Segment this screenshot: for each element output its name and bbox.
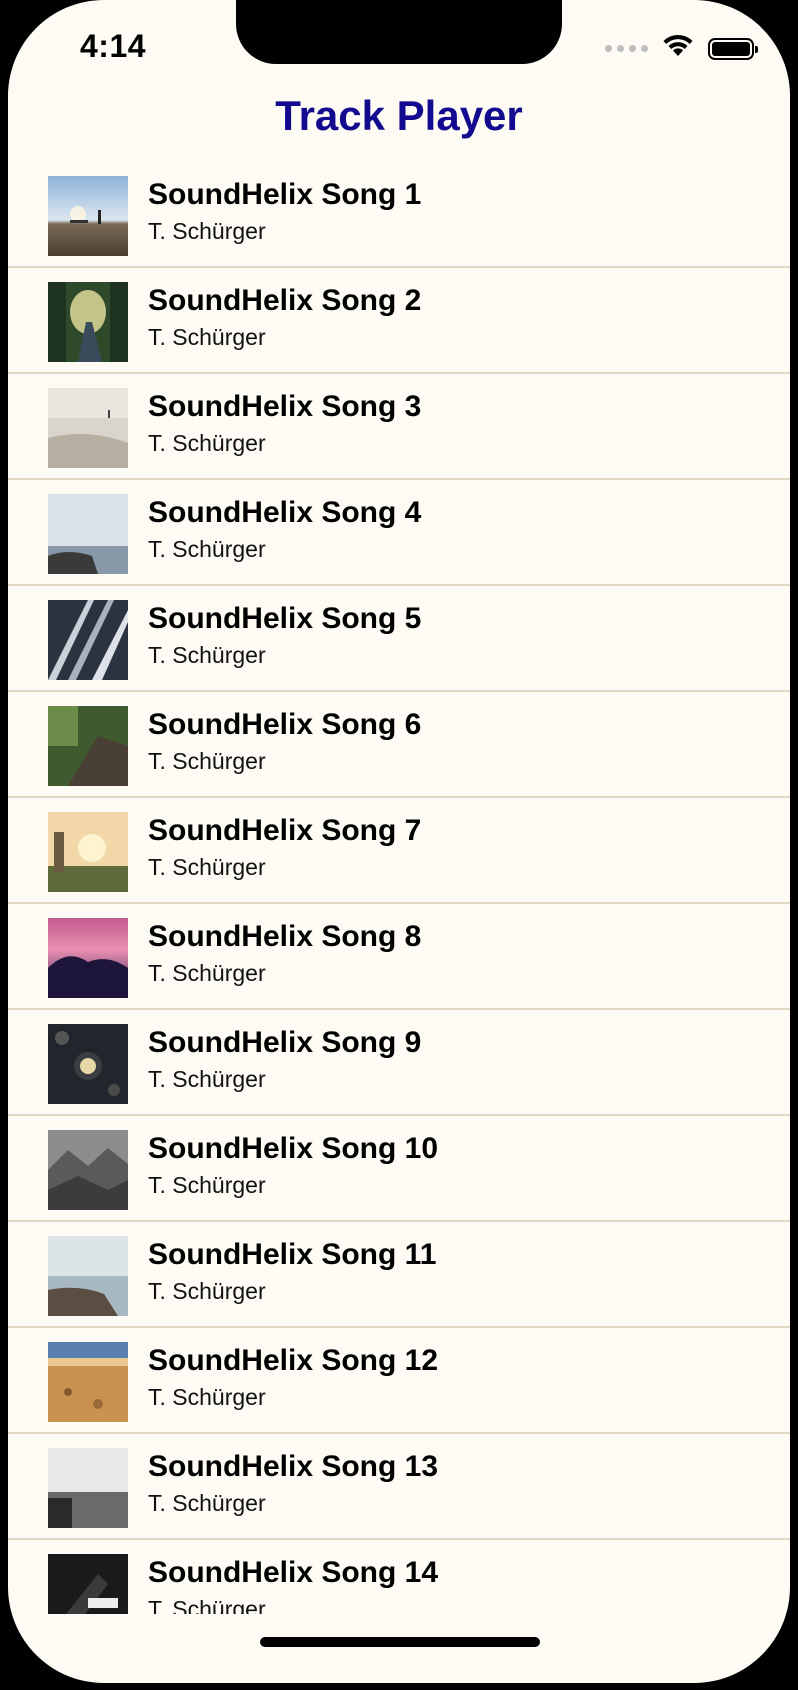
track-title: SoundHelix Song 14	[148, 1556, 439, 1589]
track-row[interactable]: SoundHelix Song 5 T. Schürger	[8, 586, 790, 692]
track-title: SoundHelix Song 6	[148, 708, 422, 741]
track-row[interactable]: SoundHelix Song 7 T. Schürger	[8, 798, 790, 904]
track-artist: T. Schürger	[148, 1490, 266, 1516]
track-artist: T. Schürger	[148, 1172, 266, 1198]
track-title: SoundHelix Song 13	[148, 1450, 439, 1483]
dark-piano-artwork	[48, 1554, 128, 1614]
misty-beach-artwork	[48, 388, 128, 468]
app-screen: 4:14 Track Player SoundHelix Song 1 T. S…	[8, 0, 790, 1683]
track-artist: T. Schürger	[148, 1278, 266, 1304]
track-title: SoundHelix Song 3	[148, 390, 422, 423]
track-title: SoundHelix Song 9	[148, 1026, 422, 1059]
track-title: SoundHelix Song 7	[148, 814, 422, 847]
device-frame: 4:14 Track Player SoundHelix Song 1 T. S…	[0, 0, 798, 1690]
track-row[interactable]: SoundHelix Song 13 T. Schürger	[8, 1434, 790, 1540]
wifi-icon	[662, 34, 694, 63]
track-title: SoundHelix Song 2	[148, 284, 422, 317]
track-title: SoundHelix Song 5	[148, 602, 422, 635]
track-title: SoundHelix Song 10	[148, 1132, 439, 1165]
track-row[interactable]: SoundHelix Song 14 T. Schürger	[8, 1540, 790, 1614]
track-artist: T. Schürger	[148, 536, 266, 562]
forest-stairs-artwork	[48, 706, 128, 786]
track-artist: T. Schürger	[148, 642, 266, 668]
track-title: SoundHelix Song 11	[148, 1238, 437, 1271]
track-row[interactable]: SoundHelix Song 6 T. Schürger	[8, 692, 790, 798]
status-icons	[605, 34, 758, 63]
track-artist: T. Schürger	[148, 324, 266, 350]
cellular-signal-icon	[605, 45, 648, 52]
track-title: SoundHelix Song 12	[148, 1344, 439, 1377]
track-row[interactable]: SoundHelix Song 12 T. Schürger	[8, 1328, 790, 1434]
track-title: SoundHelix Song 1	[148, 178, 422, 211]
track-row[interactable]: SoundHelix Song 11 T. Schürger	[8, 1222, 790, 1328]
track-row[interactable]: SoundHelix Song 3 T. Schürger	[8, 374, 790, 480]
track-artist: T. Schürger	[148, 1384, 266, 1410]
home-indicator[interactable]	[260, 1637, 540, 1647]
track-artist: T. Schürger	[148, 960, 266, 986]
track-row[interactable]: SoundHelix Song 8 T. Schürger	[8, 904, 790, 1010]
track-artist: T. Schürger	[148, 430, 266, 456]
track-row[interactable]: SoundHelix Song 9 T. Schürger	[8, 1010, 790, 1116]
track-row[interactable]: SoundHelix Song 4 T. Schürger	[8, 480, 790, 586]
battery-level	[712, 41, 750, 56]
rocky-coast-artwork	[48, 1236, 128, 1316]
track-artist: T. Schürger	[148, 748, 266, 774]
rocky-shore-artwork	[48, 494, 128, 574]
track-row[interactable]: SoundHelix Song 10 T. Schürger	[8, 1116, 790, 1222]
beach-silhouette-artwork	[48, 176, 128, 256]
battery-icon	[708, 37, 758, 60]
track-row[interactable]: SoundHelix Song 1 T. Schürger	[8, 162, 790, 268]
track-artist: T. Schürger	[148, 218, 266, 244]
status-time: 4:14	[80, 28, 147, 64]
track-artist: T. Schürger	[148, 854, 266, 880]
bw-seascape-artwork	[48, 1448, 128, 1528]
track-list[interactable]: SoundHelix Song 1 T. Schürger SoundHelix…	[8, 162, 790, 1614]
track-title: SoundHelix Song 4	[148, 496, 422, 529]
sunset-field-artwork	[48, 812, 128, 892]
device-notch	[236, 0, 562, 64]
pink-sky-clouds-artwork	[48, 918, 128, 998]
forest-road-artwork	[48, 282, 128, 362]
track-row[interactable]: SoundHelix Song 2 T. Schürger	[8, 268, 790, 374]
track-artist: T. Schürger	[148, 1066, 266, 1092]
track-title: SoundHelix Song 8	[148, 920, 422, 953]
pebble-beach-artwork	[48, 1342, 128, 1422]
dark-table-food-artwork	[48, 1024, 128, 1104]
bridge-cables-artwork	[48, 600, 128, 680]
page-title: Track Player	[275, 92, 523, 139]
track-artist: T. Schürger	[148, 1596, 266, 1614]
foggy-forest-artwork	[48, 1130, 128, 1210]
